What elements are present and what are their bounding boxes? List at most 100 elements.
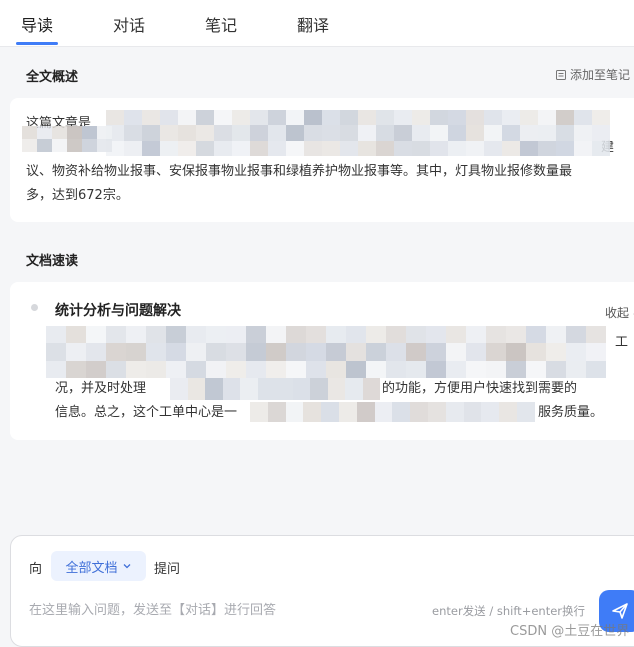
blur-tile: [146, 360, 166, 378]
blur-tile: [520, 140, 538, 156]
blur-tile: [526, 360, 546, 378]
blur-tile: [566, 326, 586, 344]
blur-tile: [214, 110, 232, 126]
blur-tile: [366, 360, 386, 378]
blur-tile: [303, 402, 322, 422]
blur-tile: [566, 343, 586, 361]
blur-tile: [346, 326, 366, 344]
tab-guide[interactable]: 导读: [21, 12, 53, 36]
quick-read-card: 统计分析与问题解决 收起 工 况，并及时处理 的功能，方便用户快速找到需要的 信…: [10, 282, 634, 440]
add-to-notes-button[interactable]: 添加至笔记: [555, 66, 630, 83]
blur-tile: [160, 110, 178, 126]
blur-tile: [142, 125, 160, 141]
blur-tile: [466, 110, 484, 126]
blur-tile: [232, 125, 250, 141]
blur-tile: [306, 343, 326, 361]
blur-tile: [292, 378, 310, 400]
blur-tile: [126, 343, 146, 361]
blur-tile: [214, 140, 232, 156]
blur-tile: [304, 125, 322, 141]
blur-tile: [376, 125, 394, 141]
blur-tile: [97, 126, 112, 139]
blur-tile: [142, 140, 160, 156]
blur-tile: [196, 125, 214, 141]
blur-tile: [286, 110, 304, 126]
blur-tile: [232, 110, 250, 126]
blur-tile: [306, 326, 326, 344]
blur-tile: [366, 326, 386, 344]
blur-tile: [586, 326, 606, 344]
blur-tile: [338, 402, 357, 422]
blur-tile: [86, 343, 106, 361]
blur-tile: [232, 140, 250, 156]
blur-tile: [196, 140, 214, 156]
blur-tile: [187, 378, 205, 400]
blur-tile: [86, 326, 106, 344]
blur-tile: [206, 326, 226, 344]
collapse-label: 收起: [604, 306, 629, 320]
blur-tile: [186, 343, 206, 361]
blur-tile: [574, 110, 592, 126]
blur-tile: [506, 326, 526, 344]
blur-tile: [186, 360, 206, 378]
tab-chat[interactable]: 对话: [113, 12, 145, 36]
blur-tile: [426, 360, 446, 378]
blur-tile: [446, 360, 466, 378]
blur-tile: [484, 125, 502, 141]
blur-tile: [486, 326, 506, 344]
question-input[interactable]: [27, 598, 431, 622]
blur-tile: [322, 110, 340, 126]
blur-tile: [394, 140, 412, 156]
blur-tile: [306, 360, 326, 378]
blur-tile: [322, 140, 340, 156]
blurred-text: [46, 326, 606, 378]
blur-tile: [426, 326, 446, 344]
note-icon: [555, 69, 566, 80]
blur-tile: [586, 343, 606, 361]
blur-tile: [178, 140, 196, 156]
blur-tile: [166, 343, 186, 361]
blur-tile: [502, 125, 520, 141]
blur-tile: [538, 125, 556, 141]
blur-tile: [86, 360, 106, 378]
blur-tile: [97, 139, 112, 152]
blur-tile: [346, 360, 366, 378]
blur-tile: [240, 378, 258, 400]
blur-tile: [506, 360, 526, 378]
blur-tile: [499, 402, 517, 422]
blur-tile: [484, 110, 502, 126]
summary-card: 这篇文章是 建 议、物资补给物业报事、安保报事物业报事和绿植养护物业报事等。其中…: [10, 98, 634, 222]
document-scope-dropdown[interactable]: 全部文档: [51, 551, 146, 581]
blur-tile: [266, 326, 286, 344]
blur-tile: [374, 402, 393, 422]
tab-notes[interactable]: 笔记: [205, 12, 237, 36]
blur-tile: [546, 326, 566, 344]
blur-tile: [327, 378, 345, 400]
quick-read-item-title: 统计分析与问题解决: [55, 303, 181, 319]
blur-tile: [538, 110, 556, 126]
blur-tile: [226, 343, 246, 361]
blur-tile: [427, 402, 446, 422]
blurred-text: [250, 402, 536, 422]
collapse-button[interactable]: 收起: [605, 304, 634, 321]
blur-tile: [124, 140, 142, 156]
blur-tile: [566, 360, 586, 378]
blur-tile: [268, 125, 286, 141]
send-icon: [612, 603, 628, 619]
blur-tile: [574, 140, 592, 156]
tab-translate[interactable]: 翻译: [297, 12, 329, 36]
blur-tile: [106, 110, 124, 126]
blur-tile: [66, 326, 86, 344]
blur-tile: [358, 140, 376, 156]
blur-tile: [446, 326, 466, 344]
blur-tile: [406, 360, 426, 378]
blur-tile: [206, 343, 226, 361]
blur-tile: [410, 402, 428, 422]
blur-tile: [392, 402, 411, 422]
blur-tile: [412, 110, 430, 126]
blur-tile: [326, 360, 346, 378]
blur-tile: [124, 125, 142, 141]
blur-tile: [267, 402, 286, 422]
blur-tile: [556, 125, 574, 141]
blur-tile: [466, 343, 486, 361]
